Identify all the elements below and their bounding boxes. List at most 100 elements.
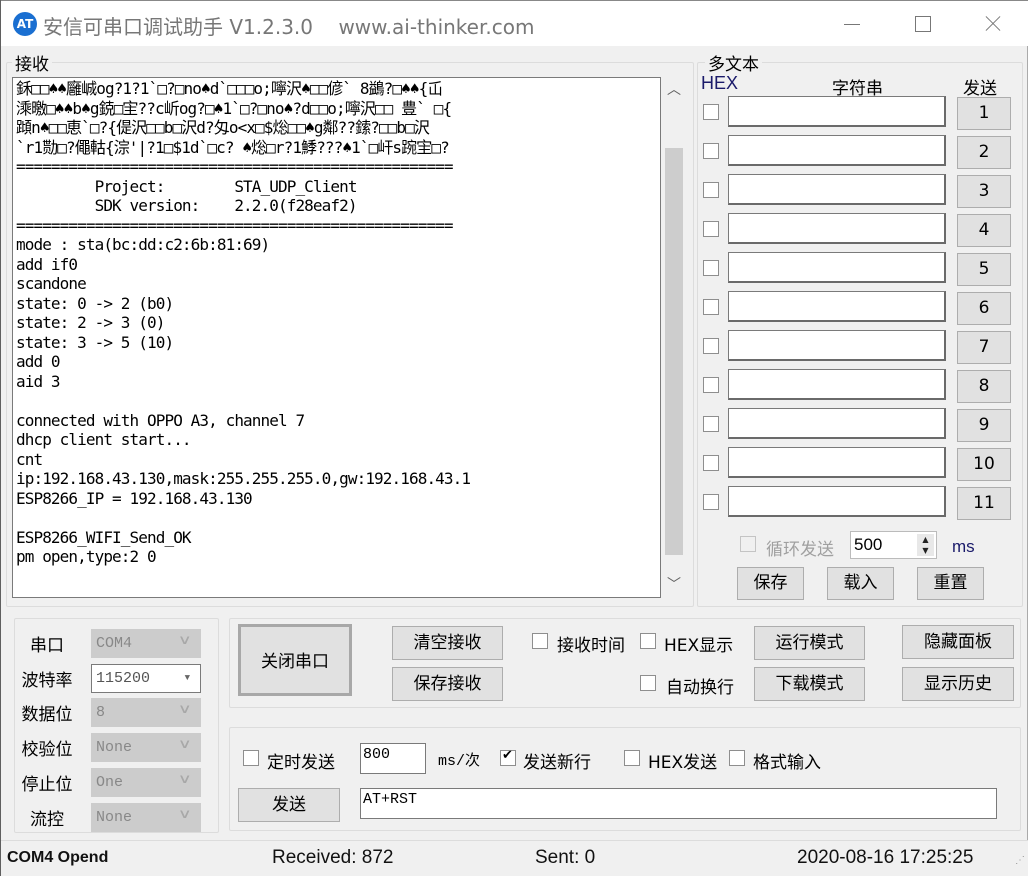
reset-multitext-button[interactable]: 重置: [917, 567, 984, 600]
multitext-send-button[interactable]: 3: [957, 175, 1011, 208]
chevron-down-icon: ▼: [184, 672, 190, 683]
flow-control-value: None: [96, 808, 133, 826]
multitext-send-button[interactable]: 2: [957, 136, 1011, 169]
parity-label: 校验位: [21, 740, 73, 761]
show-history-button[interactable]: 显示历史: [902, 667, 1014, 701]
send-interval-unit: ms/次: [438, 753, 481, 770]
send-button[interactable]: 发送: [238, 788, 340, 822]
multitext-send-button[interactable]: 11: [957, 487, 1011, 520]
parity-select[interactable]: None ∨: [91, 733, 201, 763]
multitext-send-button[interactable]: 10: [957, 448, 1011, 481]
timed-send-label: 定时发送: [267, 753, 335, 773]
multitext-hex-checkbox[interactable]: [703, 221, 719, 237]
baud-rate-label: 波特率: [21, 670, 73, 691]
save-multitext-button[interactable]: 保存: [737, 567, 804, 600]
receive-time-checkbox[interactable]: [532, 633, 548, 649]
flow-control-select[interactable]: None ∨: [91, 802, 201, 832]
multitext-hex-checkbox[interactable]: [703, 338, 719, 354]
chevron-down-icon: ∨: [178, 771, 193, 787]
download-mode-button[interactable]: 下载模式: [754, 667, 865, 701]
port-select[interactable]: COM4 ∨: [91, 629, 201, 658]
multitext-hex-checkbox[interactable]: [703, 377, 719, 393]
loop-interval-spinner[interactable]: 500 ▲ ▼: [850, 531, 937, 559]
hex-send-checkbox[interactable]: [624, 750, 640, 766]
multitext-string-input[interactable]: [728, 330, 946, 361]
data-bits-select[interactable]: 8 ∨: [91, 698, 201, 728]
clear-receive-button[interactable]: 清空接收: [392, 626, 503, 660]
hide-panel-button[interactable]: 隐藏面板: [902, 625, 1014, 659]
loop-interval-value: 500: [854, 535, 883, 554]
multitext-send-button[interactable]: 5: [957, 253, 1011, 286]
multitext-string-input[interactable]: [728, 174, 946, 205]
multitext-string-input[interactable]: [728, 447, 946, 478]
auto-wrap-checkbox[interactable]: [640, 675, 656, 691]
multitext-hex-checkbox[interactable]: [703, 299, 719, 315]
send-newline-checkbox[interactable]: [500, 748, 516, 766]
multitext-string-input[interactable]: [728, 369, 946, 400]
multitext-string-input[interactable]: [728, 291, 946, 322]
stop-bits-select[interactable]: One ∨: [91, 767, 201, 797]
baud-rate-value: 115200: [96, 669, 151, 687]
receive-log-text: 鉌□□♠♠廱峸og?1?1`□?□no♠d`□□□o;嚀沢♠□□偐` 8鷁?□♠…: [16, 79, 471, 566]
loop-send-label: 循环发送: [766, 540, 834, 560]
multitext-hex-checkbox[interactable]: [703, 143, 719, 159]
multitext-send-button[interactable]: 8: [957, 370, 1011, 403]
format-input-checkbox[interactable]: [729, 750, 745, 766]
app-window: AT 安信可串口调试助手 V1.2.3.0 www.ai-thinker.com…: [0, 0, 1028, 876]
parity-value: None: [96, 739, 133, 757]
multitext-hex-checkbox[interactable]: [703, 494, 719, 510]
loop-send-checkbox[interactable]: [740, 536, 756, 552]
send-input[interactable]: AT+RST: [360, 788, 997, 819]
multitext-string-input[interactable]: [728, 135, 946, 166]
stop-bits-value: One: [96, 773, 124, 791]
send-interval-input[interactable]: 800: [360, 743, 426, 774]
multitext-hex-checkbox[interactable]: [703, 455, 719, 471]
spin-down-icon[interactable]: ▼: [917, 545, 934, 556]
multitext-hex-checkbox[interactable]: [703, 416, 719, 432]
status-bar: COM4 Opend Received: 872 Sent: 0 2020-08…: [1, 840, 1028, 876]
multitext-send-button[interactable]: 1: [957, 97, 1011, 130]
send-newline-label: 发送新行: [523, 753, 591, 773]
multitext-send-button[interactable]: 7: [957, 331, 1011, 364]
send-column-header: 发送: [963, 79, 997, 99]
multitext-hex-checkbox[interactable]: [703, 104, 719, 120]
run-mode-button[interactable]: 运行模式: [754, 626, 865, 660]
close-icon[interactable]: [957, 1, 1027, 47]
multitext-string-input[interactable]: [728, 213, 946, 244]
multitext-send-button[interactable]: 6: [957, 292, 1011, 325]
save-receive-button[interactable]: 保存接收: [392, 667, 503, 701]
receive-scrollbar[interactable]: ︿ ﹀: [662, 77, 686, 598]
data-bits-label: 数据位: [21, 705, 73, 726]
multitext-string-input[interactable]: [728, 486, 946, 517]
multitext-string-input[interactable]: [728, 96, 946, 127]
chevron-down-icon: ∨: [178, 633, 193, 648]
title-bar: AT 安信可串口调试助手 V1.2.3.0 www.ai-thinker.com: [1, 0, 1028, 46]
hex-display-checkbox[interactable]: [640, 633, 656, 649]
scrollbar-thumb[interactable]: [665, 148, 683, 555]
resize-grip-icon[interactable]: ⋰: [1015, 855, 1025, 866]
chevron-up-icon[interactable]: ︿: [662, 79, 686, 101]
chevron-down-icon: ∨: [178, 702, 193, 718]
minimize-icon[interactable]: [816, 1, 886, 47]
multitext-hex-checkbox[interactable]: [703, 260, 719, 276]
close-port-button[interactable]: 关闭串口: [238, 624, 352, 696]
port-status: COM4 Opend: [7, 849, 109, 866]
multitext-string-input[interactable]: [728, 252, 946, 283]
load-multitext-button[interactable]: 载入: [827, 567, 894, 600]
loop-unit-label: ms: [952, 537, 975, 556]
baud-rate-select[interactable]: 115200 ▼: [91, 663, 201, 693]
maximize-icon[interactable]: [887, 1, 957, 47]
multitext-string-input[interactable]: [728, 408, 946, 439]
timed-send-checkbox[interactable]: [243, 750, 259, 766]
datetime: 2020-08-16 17:25:25: [797, 847, 974, 868]
multitext-group-label: 多文本: [705, 50, 762, 75]
chevron-down-icon: ∨: [178, 806, 193, 822]
multitext-send-button[interactable]: 9: [957, 409, 1011, 442]
receive-textarea[interactable]: 鉌□□♠♠廱峸og?1?1`□?□no♠d`□□□o;嚀沢♠□□偐` 8鷁?□♠…: [12, 77, 661, 598]
hex-column-header: HEX: [701, 73, 739, 93]
spin-up-icon[interactable]: ▲: [917, 534, 934, 545]
multitext-send-button[interactable]: 4: [957, 214, 1011, 247]
received-count: Received: 872: [272, 847, 394, 868]
chevron-down-icon[interactable]: ﹀: [662, 574, 686, 596]
multitext-hex-checkbox[interactable]: [703, 182, 719, 198]
